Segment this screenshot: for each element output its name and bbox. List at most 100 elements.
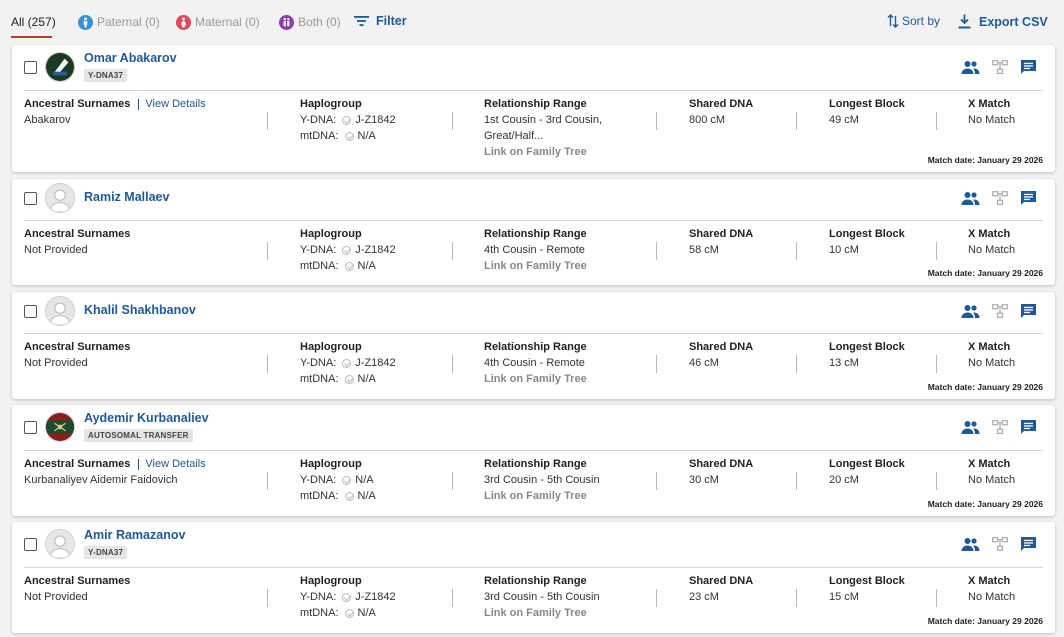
- avatar[interactable]: [45, 52, 75, 82]
- relatives-icon[interactable]: [961, 537, 980, 551]
- family-tree-icon[interactable]: [992, 304, 1008, 318]
- family-tree-icon[interactable]: [992, 60, 1008, 74]
- shared-dna-label: Shared DNA: [689, 575, 754, 587]
- x-match-value: No Match: [968, 474, 1016, 486]
- tab-both[interactable]: Both (0): [279, 10, 341, 34]
- mtdna-value: N/A: [357, 130, 376, 142]
- ydna-value: J-Z1842: [355, 357, 396, 369]
- match-select-checkbox[interactable]: [24, 538, 37, 551]
- sort-button[interactable]: Sort by: [887, 14, 940, 28]
- match-select-checkbox[interactable]: [24, 192, 37, 205]
- ydna-label: Y-DNA:: [300, 591, 337, 603]
- longest-block-section: Longest Block 10 cM: [829, 226, 905, 258]
- column-divider: [936, 112, 937, 130]
- tab-all[interactable]: All (257): [11, 10, 56, 34]
- shared-dna-value: 46 cM: [689, 357, 719, 369]
- message-icon[interactable]: [1020, 536, 1037, 552]
- match-name-link[interactable]: Aydemir Kurbanaliev: [84, 411, 209, 425]
- link-family-tree[interactable]: Link on Family Tree: [484, 605, 600, 621]
- column-divider: [936, 589, 937, 607]
- family-tree-icon[interactable]: [992, 191, 1008, 205]
- haplogroup-section: Haplogroup Y-DNA: J-Z1842 mtDNA: N/A: [300, 226, 396, 274]
- x-match-label: X Match: [968, 458, 1011, 470]
- shared-dna-label: Shared DNA: [689, 458, 754, 470]
- ancestral-surnames-value: Not Provided: [24, 357, 88, 369]
- link-family-tree[interactable]: Link on Family Tree: [484, 258, 587, 274]
- relatives-icon[interactable]: [961, 60, 980, 74]
- haplogroup-label: Haplogroup: [300, 458, 362, 470]
- match-name-link[interactable]: Amir Ramazanov: [84, 528, 185, 542]
- tab-maternal[interactable]: Maternal (0): [176, 10, 260, 34]
- mtdna-value: N/A: [357, 490, 376, 502]
- message-icon[interactable]: [1020, 419, 1037, 435]
- link-family-tree[interactable]: Link on Family Tree: [484, 488, 600, 504]
- longest-block-value: 20 cM: [829, 474, 859, 486]
- ancestral-surnames-section: Ancestral Surnames Not Provided: [24, 573, 130, 605]
- avatar[interactable]: [45, 296, 75, 326]
- family-tree-icon[interactable]: [992, 420, 1008, 434]
- family-tree-icon[interactable]: [992, 537, 1008, 551]
- haplogroup-section: Haplogroup Y-DNA: J-Z1842 mtDNA: N/A: [300, 573, 396, 621]
- shared-dna-section: Shared DNA 58 cM: [689, 226, 753, 258]
- haplogroup-label: Haplogroup: [300, 98, 362, 110]
- check-icon: [342, 245, 352, 255]
- haplogroup-section: Haplogroup Y-DNA: J-Z1842 mtDNA: N/A: [300, 339, 396, 387]
- relationship-range-value: 3rd Cousin - 5th Cousin: [484, 474, 600, 486]
- sort-icon: [887, 14, 899, 28]
- column-divider: [452, 472, 453, 490]
- ancestral-surnames-value: Not Provided: [24, 244, 88, 256]
- haplogroup-section: Haplogroup Y-DNA: J-Z1842 mtDNA: N/A: [300, 96, 396, 144]
- column-divider: [267, 242, 268, 260]
- card-divider: [24, 90, 1043, 91]
- relatives-icon[interactable]: [961, 191, 980, 205]
- match-card: Khalil Shakhbanov Ancestral Surnames Not P…: [12, 292, 1055, 399]
- link-family-tree[interactable]: Link on Family Tree: [484, 144, 602, 160]
- avatar[interactable]: [45, 529, 75, 559]
- ydna-label: Y-DNA:: [300, 474, 337, 486]
- shared-dna-label: Shared DNA: [689, 228, 754, 240]
- column-divider: [796, 355, 797, 373]
- relatives-icon[interactable]: [961, 304, 980, 318]
- relationship-range-value: 3rd Cousin - 5th Cousin: [484, 591, 600, 603]
- column-divider: [267, 112, 268, 130]
- match-select-checkbox[interactable]: [24, 61, 37, 74]
- export-csv-button[interactable]: Export CSV: [958, 14, 1048, 29]
- view-details-link[interactable]: View Details: [138, 98, 206, 110]
- relationship-section: Relationship Range 4th Cousin - Remote Lin…: [484, 339, 587, 387]
- x-match-section: X Match No Match: [968, 96, 1015, 128]
- column-divider: [796, 242, 797, 260]
- match-select-checkbox[interactable]: [24, 421, 37, 434]
- match-name-link[interactable]: Khalil Shakhbanov: [84, 303, 196, 317]
- filter-button[interactable]: Filter: [354, 14, 407, 28]
- match-select-checkbox[interactable]: [24, 305, 37, 318]
- relatives-icon[interactable]: [961, 420, 980, 434]
- message-icon[interactable]: [1020, 190, 1037, 206]
- link-family-tree[interactable]: Link on Family Tree: [484, 371, 587, 387]
- longest-block-value: 15 cM: [829, 591, 859, 603]
- tab-both-label: Both (0): [298, 15, 341, 29]
- match-name-link[interactable]: Ramiz Mallaev: [84, 190, 169, 204]
- mtdna-label: mtDNA:: [300, 490, 339, 502]
- ancestral-surnames-section: Ancestral Surnames Not Provided: [24, 226, 130, 258]
- match-actions: [949, 303, 1037, 319]
- match-name-link[interactable]: Omar Abakarov: [84, 51, 177, 65]
- avatar[interactable]: [45, 183, 75, 213]
- relationship-section: Relationship Range 3rd Cousin - 5th Cousi…: [484, 456, 600, 504]
- longest-block-section: Longest Block 13 cM: [829, 339, 905, 371]
- tab-paternal[interactable]: Paternal (0): [78, 10, 160, 34]
- shared-dna-section: Shared DNA 23 cM: [689, 573, 753, 605]
- message-icon[interactable]: [1020, 303, 1037, 319]
- ancestral-surnames-label: Ancestral Surnames: [24, 341, 131, 353]
- column-divider: [936, 242, 937, 260]
- test-badge: AUTOSOMAL TRANSFER: [84, 429, 193, 442]
- longest-block-label: Longest Block: [829, 98, 905, 110]
- avatar[interactable]: [45, 412, 75, 442]
- longest-block-value: 10 cM: [829, 244, 859, 256]
- match-date: Match date: January 29 2026: [927, 499, 1043, 509]
- match-actions: [949, 536, 1037, 552]
- ancestral-surnames-label: Ancestral Surnames: [24, 98, 131, 110]
- message-icon[interactable]: [1020, 59, 1037, 75]
- view-details-link[interactable]: View Details: [138, 458, 206, 470]
- longest-block-label: Longest Block: [829, 341, 905, 353]
- shared-dna-label: Shared DNA: [689, 341, 754, 353]
